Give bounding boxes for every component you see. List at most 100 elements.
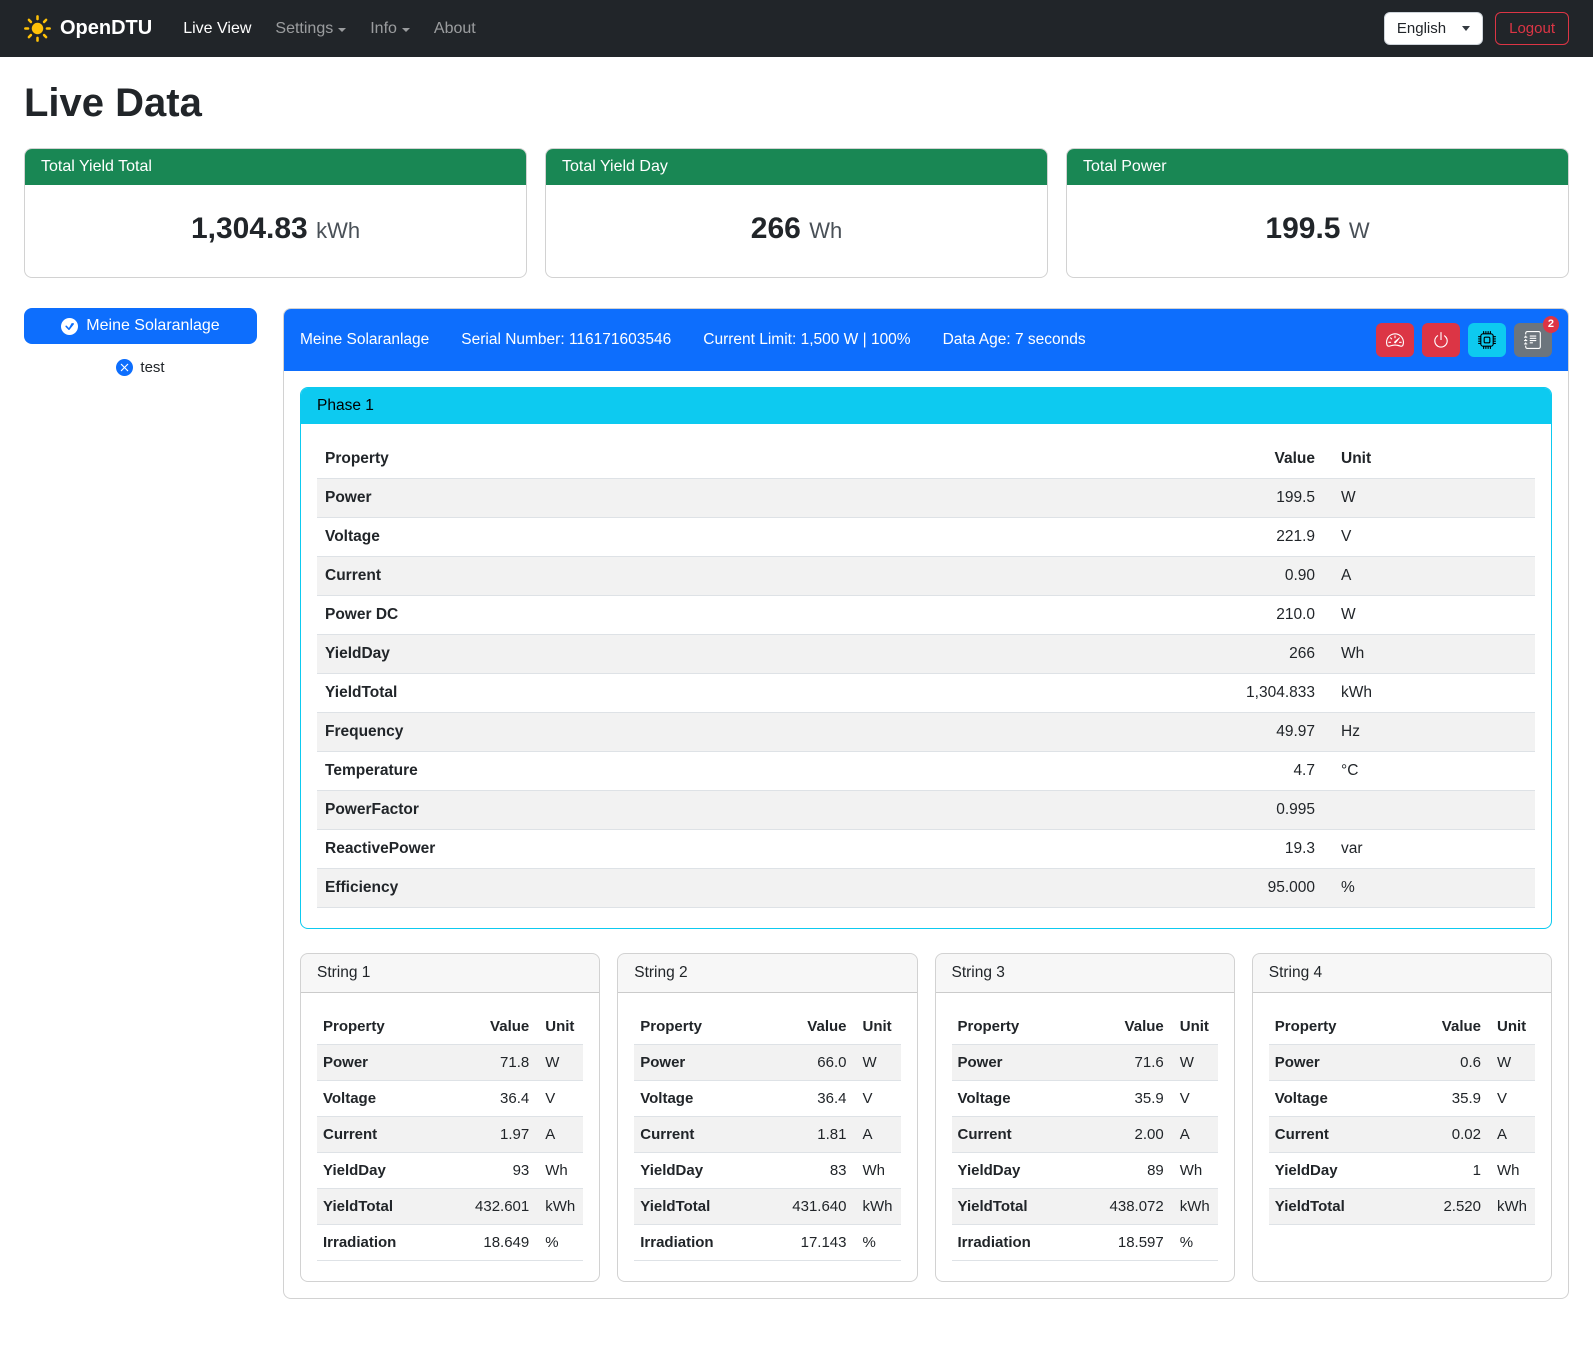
col-header-unit: Unit: [535, 1009, 583, 1045]
property-cell: Efficiency: [317, 869, 820, 908]
string-cards: String 1PropertyValueUnitPower71.8WVolta…: [300, 953, 1552, 1282]
unit-cell: °C: [1323, 752, 1535, 791]
inverter-test-label: test: [140, 359, 164, 376]
string-table-header-row: PropertyValueUnit: [317, 1009, 583, 1045]
phase-table: Property Value Unit Power199.5WVoltage22…: [317, 440, 1535, 908]
inverter-serial: Serial Number: 116171603546: [461, 331, 671, 349]
value-cell: 0.6: [1378, 1045, 1487, 1081]
string-card: String 3PropertyValueUnitPower71.6WVolta…: [935, 953, 1235, 1282]
summary-card-value: 199.5 W: [1067, 185, 1568, 277]
unit-cell: Wh: [1487, 1153, 1535, 1189]
string-table: PropertyValueUnitPower71.8WVoltage36.4VC…: [317, 1009, 583, 1261]
value-cell: 4.7: [820, 752, 1323, 791]
value-cell: 17.143: [743, 1225, 852, 1261]
string-card-title: String 1: [301, 954, 599, 993]
value-cell: 438.072: [1061, 1189, 1170, 1225]
property-cell: YieldTotal: [317, 1189, 426, 1225]
device-info-button[interactable]: [1468, 323, 1506, 357]
summary-card: Total Power199.5 W: [1066, 148, 1569, 278]
unit-cell: A: [853, 1117, 901, 1153]
unit-cell: kWh: [1487, 1189, 1535, 1225]
value-number: 199.5: [1265, 212, 1340, 245]
phase-table-row: PowerFactor0.995: [317, 791, 1535, 830]
property-cell: Current: [317, 1117, 426, 1153]
nav-item-about[interactable]: About: [425, 12, 485, 46]
logout-button[interactable]: Logout: [1495, 12, 1569, 45]
unit-cell: %: [1323, 869, 1535, 908]
nav-item-settings[interactable]: Settings: [266, 12, 355, 46]
power-button[interactable]: [1422, 323, 1460, 357]
col-header-property: Property: [1269, 1009, 1378, 1045]
value-cell: 71.8: [426, 1045, 535, 1081]
property-cell: Power: [952, 1045, 1061, 1081]
inverter-limit: Current Limit: 1,500 W | 100%: [703, 331, 910, 349]
property-cell: Temperature: [317, 752, 820, 791]
value-cell: 0.995: [820, 791, 1323, 830]
limit-settings-button[interactable]: [1376, 323, 1414, 357]
inverter-name: Meine Solaranlage: [300, 331, 429, 349]
property-cell: Current: [317, 557, 820, 596]
property-cell: Frequency: [317, 713, 820, 752]
string-table-row: YieldTotal432.601kWh: [317, 1189, 583, 1225]
col-header-property: Property: [317, 1009, 426, 1045]
property-cell: Irradiation: [317, 1225, 426, 1261]
string-card: String 4PropertyValueUnitPower0.6WVoltag…: [1252, 953, 1552, 1282]
inverter-select-label: Meine Solaranlage: [86, 317, 219, 335]
value-cell: 0.02: [1378, 1117, 1487, 1153]
property-cell: Power: [317, 1045, 426, 1081]
value-cell: 66.0: [743, 1045, 852, 1081]
property-cell: Irradiation: [952, 1225, 1061, 1261]
value-number: 266: [751, 212, 801, 245]
string-table-row: YieldDay89Wh: [952, 1153, 1218, 1189]
string-table-row: Voltage36.4V: [317, 1081, 583, 1117]
unit-cell: kWh: [1323, 674, 1535, 713]
inverter-action-buttons: 2: [1376, 323, 1552, 357]
value-cell: 1,304.833: [820, 674, 1323, 713]
string-table-row: Power66.0W: [634, 1045, 900, 1081]
chevron-down-icon: [402, 28, 410, 32]
string-table-header-row: PropertyValueUnit: [634, 1009, 900, 1045]
phase-table-row: YieldDay266Wh: [317, 635, 1535, 674]
nav-item-live-view[interactable]: Live View: [174, 12, 260, 46]
page-title: Live Data: [24, 81, 1569, 126]
string-card-title: String 4: [1253, 954, 1551, 993]
summary-card: Total Yield Day266 Wh: [545, 148, 1048, 278]
inverter-select-button-test[interactable]: test: [24, 359, 257, 376]
nav-item-label: Live View: [183, 20, 251, 38]
value-cell: 2.00: [1061, 1117, 1170, 1153]
col-header-value: Value: [1061, 1009, 1170, 1045]
navbar-right: English Logout: [1384, 12, 1569, 45]
brand-label: OpenDTU: [60, 17, 152, 40]
col-header-property: Property: [952, 1009, 1061, 1045]
property-cell: YieldDay: [317, 1153, 426, 1189]
string-table-row: YieldTotal438.072kWh: [952, 1189, 1218, 1225]
unit-cell: V: [1323, 518, 1535, 557]
property-cell: Power: [634, 1045, 743, 1081]
language-select[interactable]: English: [1384, 12, 1483, 45]
string-table-row: Current1.97A: [317, 1117, 583, 1153]
brand[interactable]: OpenDTU: [24, 15, 152, 42]
value-unit: kWh: [316, 218, 360, 243]
inverter-select-button-active[interactable]: Meine Solaranlage: [24, 308, 257, 344]
value-cell: 35.9: [1061, 1081, 1170, 1117]
value-cell: 432.601: [426, 1189, 535, 1225]
event-log-button[interactable]: 2: [1514, 323, 1552, 357]
phase-table-row: Current0.90A: [317, 557, 1535, 596]
string-table-row: Power0.6W: [1269, 1045, 1535, 1081]
string-table-row: Current0.02A: [1269, 1117, 1535, 1153]
phase-table-row: Efficiency95.000%: [317, 869, 1535, 908]
nav-item-label: Settings: [275, 20, 333, 38]
sun-icon: [24, 15, 51, 42]
value-number: 1,304.83: [191, 212, 308, 245]
nav-item-info[interactable]: Info: [361, 12, 419, 46]
col-header-value: Value: [743, 1009, 852, 1045]
string-table-row: Voltage35.9V: [952, 1081, 1218, 1117]
summary-card-title: Total Yield Day: [546, 149, 1047, 185]
value-cell: 36.4: [743, 1081, 852, 1117]
unit-cell: Hz: [1323, 713, 1535, 752]
cpu-icon: [1478, 331, 1496, 349]
string-table-row: YieldTotal2.520kWh: [1269, 1189, 1535, 1225]
unit-cell: V: [1170, 1081, 1218, 1117]
inverter-sidebar: Meine Solaranlage test: [24, 308, 257, 376]
unit-cell: W: [535, 1045, 583, 1081]
